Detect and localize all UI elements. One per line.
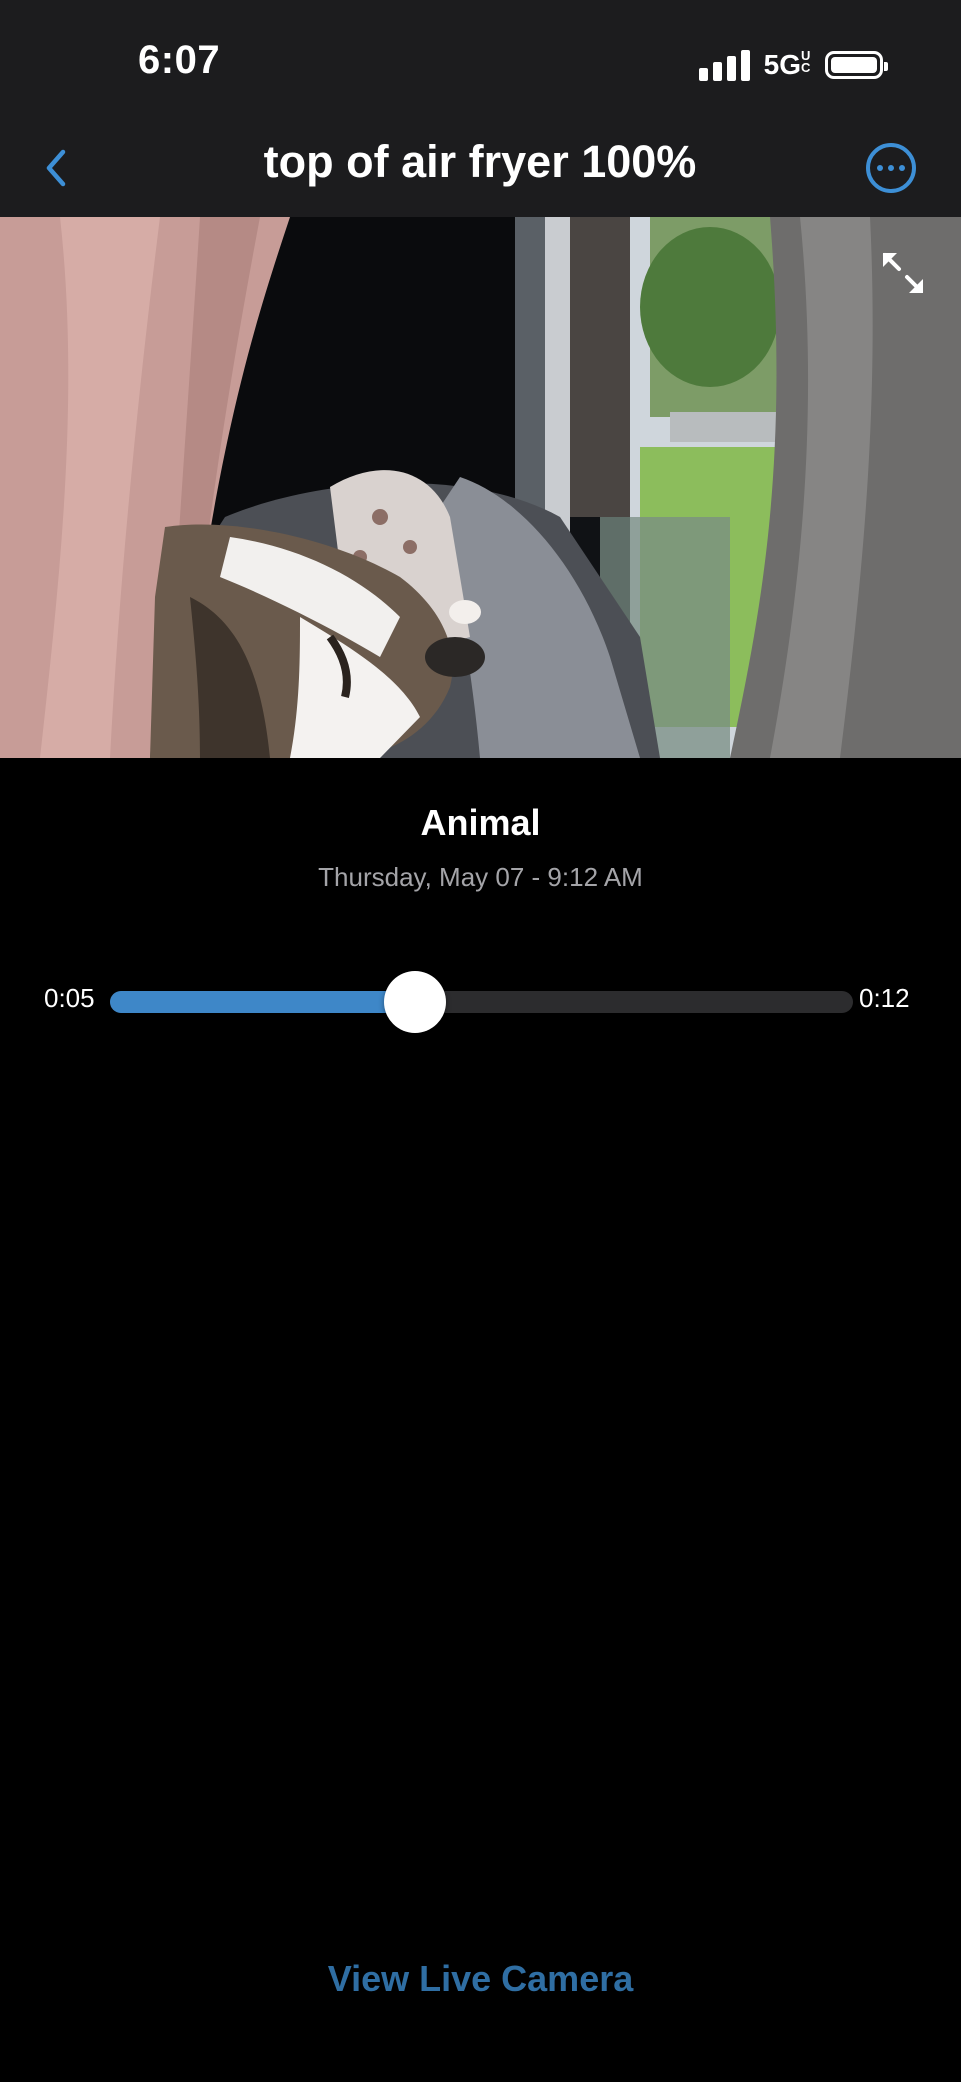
chevron-left-icon — [46, 149, 66, 187]
network-label: 5GUC — [763, 48, 811, 80]
video-player[interactable] — [0, 217, 961, 758]
ellipsis-circle-icon — [877, 165, 883, 171]
page-title: top of air fryer 100% — [263, 136, 697, 187]
duration-time: 0:12 — [859, 983, 910, 1013]
status-indicators: 5GUC — [698, 46, 888, 84]
current-time: 0:05 — [44, 983, 95, 1013]
status-time: 6:07 — [138, 38, 221, 82]
more-options-button[interactable] — [866, 143, 916, 193]
event-title: Animal — [420, 802, 541, 843]
event-timestamp: Thursday, May 07 - 9:12 AM — [318, 862, 643, 892]
scrubber-progress — [110, 991, 415, 1013]
battery-icon — [825, 51, 888, 79]
video-frame — [0, 217, 961, 758]
playback-scrubber[interactable] — [110, 971, 853, 1033]
battery-fill — [831, 57, 877, 73]
recording-screen: 6:07 5GUC top of air fryer 100% Animal T… — [0, 0, 961, 2082]
expand-button[interactable] — [879, 249, 927, 297]
expand-arrows-icon — [883, 253, 923, 293]
signal-icon — [698, 49, 750, 81]
view-live-camera-button[interactable]: View Live Camera — [0, 1958, 961, 2000]
back-button[interactable] — [36, 140, 76, 196]
top-bar: 6:07 5GUC top of air fryer 100% — [0, 0, 961, 217]
scrubber-thumb[interactable] — [383, 971, 446, 1033]
